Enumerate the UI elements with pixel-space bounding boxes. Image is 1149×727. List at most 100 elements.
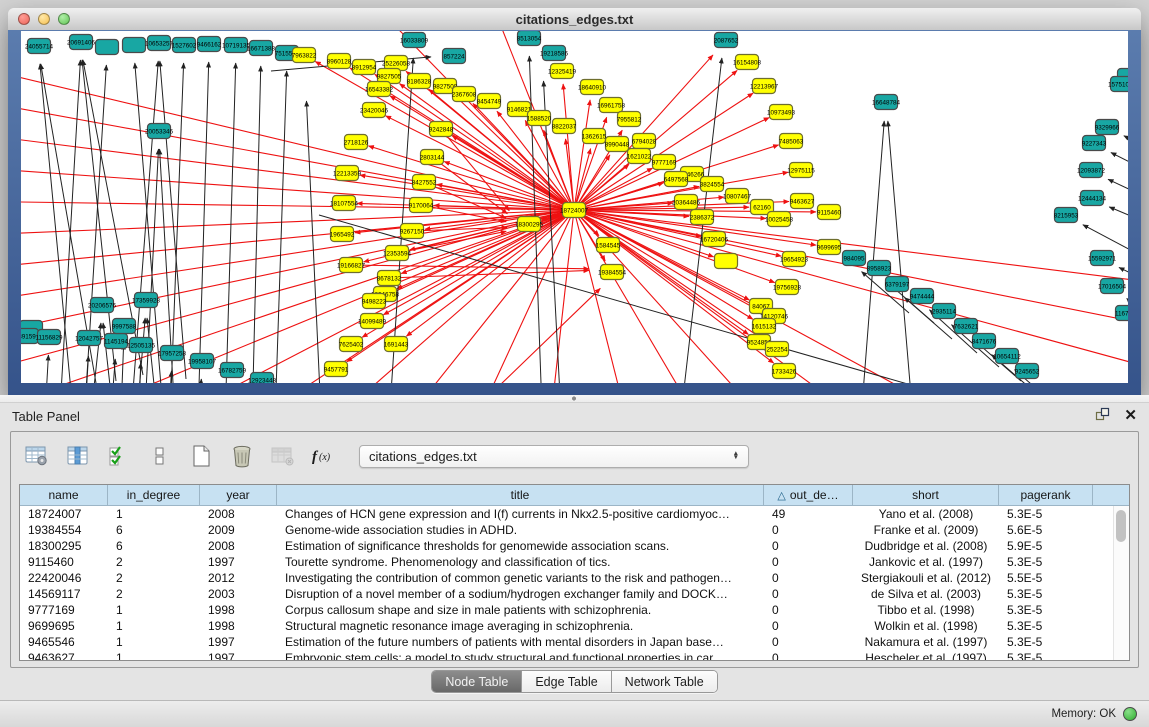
table-cell[interactable]: 0	[764, 587, 853, 601]
table-cell[interactable]: Structural magnetic resonance image aver…	[277, 619, 764, 633]
graph-node[interactable]: 19166827	[337, 258, 366, 273]
table-cell[interactable]: 5.6E-5	[999, 523, 1093, 537]
graph-node[interactable]: 10653257	[145, 36, 174, 51]
graph-node[interactable]: 15751074	[1108, 77, 1128, 92]
graph-node[interactable]: 23420046	[360, 103, 389, 118]
graph-node[interactable]: 12213359	[333, 166, 362, 181]
table-cell[interactable]: Genome-wide association studies in ADHD.	[277, 523, 764, 537]
table-cell[interactable]: 9777169	[20, 603, 108, 617]
table-row[interactable]: 946362711997Embryonic stem cells: a mode…	[20, 650, 1129, 661]
table-row[interactable]: 2242004622012Investigating the contribut…	[20, 570, 1129, 586]
window-titlebar[interactable]: citations_edges.txt	[8, 8, 1141, 31]
column-header-name[interactable]: name	[20, 485, 108, 505]
table-cell[interactable]: 0	[764, 539, 853, 553]
table-cell[interactable]: 1	[108, 635, 200, 649]
graph-node[interactable]: 2803144	[420, 150, 445, 165]
graph-node[interactable]: 16648784	[872, 95, 901, 110]
graph-node[interactable]: 12444134	[1078, 191, 1107, 206]
graph-node[interactable]	[715, 254, 738, 269]
graph-node[interactable]: 8990448	[605, 137, 630, 152]
graph-node[interactable]: 9777169	[652, 155, 677, 170]
graph-node[interactable]: 9997588	[112, 319, 137, 334]
column-header-pagerank[interactable]: pagerank	[999, 485, 1093, 505]
graph-node[interactable]: 19756928	[773, 280, 802, 295]
graph-node[interactable]: 7963822	[292, 48, 317, 63]
graph-node[interactable]: 1965492	[330, 227, 355, 242]
table-cell[interactable]: 9465546	[20, 635, 108, 649]
graph-node[interactable]: 1621022	[627, 149, 652, 164]
graph-node[interactable]: 20691406	[67, 35, 96, 50]
table-cell[interactable]: 5.3E-5	[999, 635, 1093, 649]
table-cell[interactable]: 5.3E-5	[999, 507, 1093, 521]
graph-node[interactable]: 10973493	[767, 105, 796, 120]
select-checks-button[interactable]	[105, 442, 133, 470]
graph-node[interactable]: 16033809	[400, 33, 429, 48]
table-cell[interactable]: 1997	[200, 555, 277, 569]
table-cell[interactable]: 5.3E-5	[999, 603, 1093, 617]
table-cell[interactable]: 2	[108, 555, 200, 569]
graph-node[interactable]: 1584545	[596, 238, 621, 253]
table-cell[interactable]: Nakamura et al. (1997)	[853, 635, 999, 649]
graph-node[interactable]: 18300295	[515, 217, 544, 232]
graph-node[interactable]: 18724007	[560, 203, 589, 218]
table-cell[interactable]: 0	[764, 571, 853, 585]
graph-node[interactable]: 1588520	[527, 111, 552, 126]
table-cell[interactable]: 1997	[200, 651, 277, 661]
table-cell[interactable]: 1998	[200, 603, 277, 617]
function-builder-button[interactable]: f(x)	[310, 442, 338, 470]
graph-node[interactable]: 18107554	[330, 196, 359, 211]
table-cell[interactable]: 5.3E-5	[999, 587, 1093, 601]
memory-status-indicator[interactable]	[1123, 707, 1137, 721]
table-cell[interactable]: Jankovic et al. (1997)	[853, 555, 999, 569]
table-row[interactable]: 946554611997Estimation of the future num…	[20, 634, 1129, 650]
close-panel-icon[interactable]: ✕	[1124, 409, 1137, 423]
graph-node[interactable]: 12042757	[75, 331, 104, 346]
graph-node[interactable]: 12325419	[548, 64, 577, 79]
table-cell[interactable]: 1997	[200, 635, 277, 649]
graph-node[interactable]: 17359928	[132, 293, 161, 308]
table-cell[interactable]: 1	[108, 603, 200, 617]
table-cell[interactable]: Estimation of the future numbers of pati…	[277, 635, 764, 649]
table-cell[interactable]: 1	[108, 507, 200, 521]
graph-node[interactable]: 9474444	[910, 289, 935, 304]
table-cell[interactable]: 18724007	[20, 507, 108, 521]
table-cell[interactable]: 2	[108, 587, 200, 601]
table-cell[interactable]: 19384554	[20, 523, 108, 537]
table-cell[interactable]: 1998	[200, 619, 277, 633]
table-cell[interactable]: 5.3E-5	[999, 555, 1093, 569]
graph-node[interactable]: 9227343	[1082, 136, 1107, 151]
table-cell[interactable]: 9115460	[20, 555, 108, 569]
graph-node[interactable]: 8678132	[377, 271, 402, 286]
graph-node[interactable]: 9498223	[362, 294, 387, 309]
float-panel-icon[interactable]	[1095, 407, 1110, 426]
table-row[interactable]: 1830029562008Estimation of significance …	[20, 538, 1129, 554]
graph-node[interactable]: 2935114	[932, 304, 957, 319]
graph-node[interactable]: 8822037	[552, 119, 577, 134]
graph-node[interactable]: 11156829	[35, 330, 63, 345]
table-cell[interactable]: 1	[108, 619, 200, 633]
graph-node[interactable]: 12213967	[750, 79, 779, 94]
table-cell[interactable]: Corpus callosum shape and size in male p…	[277, 603, 764, 617]
graph-node[interactable]: 3824554	[700, 177, 725, 192]
column-header-short[interactable]: short	[853, 485, 999, 505]
graph-node[interactable]: 16720406	[700, 232, 729, 247]
table-scrollbar[interactable]	[1113, 506, 1129, 660]
table-row[interactable]: 969969511998Structural magnetic resonanc…	[20, 618, 1129, 634]
graph-node[interactable]: 12975115	[787, 163, 815, 178]
graph-node[interactable]: 14099489	[358, 314, 387, 329]
column-header-year[interactable]: year	[200, 485, 277, 505]
graph-node[interactable]: 17957258	[158, 346, 187, 361]
tab-edge-table[interactable]: Edge Table	[522, 671, 611, 692]
graph-node[interactable]: 6497568	[664, 172, 689, 187]
graph-node[interactable]: 857224	[443, 49, 466, 64]
table-cell[interactable]: 9463627	[20, 651, 108, 661]
graph-node[interactable]: 20053346	[145, 124, 174, 139]
graph-node[interactable]: 9115460	[817, 205, 842, 220]
table-selector-dropdown[interactable]: citations_edges.txt ▲▼	[359, 445, 749, 468]
graph-node[interactable]: 12353594	[383, 246, 412, 261]
column-header-title[interactable]: title	[277, 485, 764, 505]
close-window-button[interactable]	[18, 13, 30, 25]
graph-node[interactable]: 8471676	[972, 334, 997, 349]
graph-node[interactable]: 10025458	[765, 212, 794, 227]
graph-node[interactable]: 1691443	[384, 337, 409, 352]
